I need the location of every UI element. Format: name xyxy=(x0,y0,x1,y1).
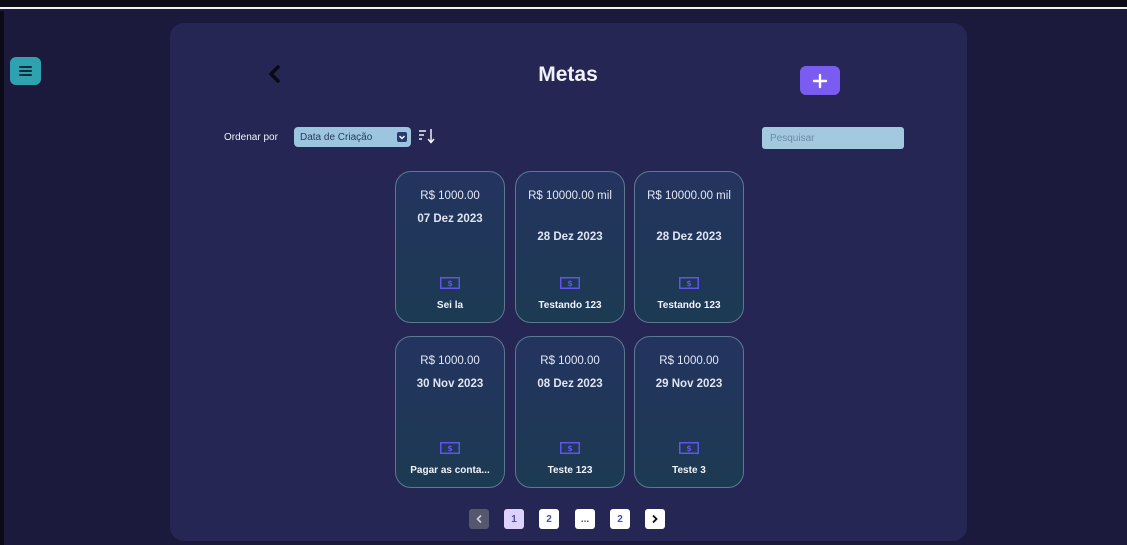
pagination-prev-button[interactable] xyxy=(469,509,489,529)
goal-name: Sei la xyxy=(436,300,464,311)
goal-date: 29 Nov 2023 xyxy=(655,378,723,390)
page-title: Metas xyxy=(538,63,598,86)
goal-card[interactable]: R$ 1000.00 30 Nov 2023 $ Pagar as conta.… xyxy=(395,336,505,488)
goal-card[interactable]: R$ 1000.00 08 Dez 2023 $ Teste 123 xyxy=(515,336,625,488)
sort-descending-icon[interactable] xyxy=(418,127,436,145)
goal-name: Testando 123 xyxy=(657,300,721,311)
add-goal-button[interactable] xyxy=(800,66,840,95)
plus-icon xyxy=(812,73,828,88)
search-input[interactable] xyxy=(762,127,904,149)
goal-name: Teste 123 xyxy=(547,465,593,476)
svg-text:$: $ xyxy=(447,444,453,453)
sort-select-value: Data de Criação xyxy=(300,131,373,143)
goal-value: R$ 1000.00 xyxy=(659,355,719,367)
goal-name: Testando 123 xyxy=(538,300,602,311)
svg-text:$: $ xyxy=(567,444,573,453)
svg-text:$: $ xyxy=(567,279,573,288)
sort-label: Ordenar por xyxy=(224,132,278,143)
goal-value: R$ 1000.00 xyxy=(420,355,480,367)
goal-card[interactable]: R$ 1000.00 29 Nov 2023 $ Teste 3 xyxy=(634,336,744,488)
goal-value: R$ 10000.00 mil xyxy=(647,190,731,202)
money-bill-icon: $ xyxy=(679,277,699,289)
pagination-next-button[interactable] xyxy=(645,509,665,529)
goal-card[interactable]: R$ 10000.00 mil 28 Dez 2023 $ Testando 1… xyxy=(634,171,744,323)
goal-date: 28 Dez 2023 xyxy=(537,231,603,243)
money-bill-icon: $ xyxy=(560,277,580,289)
money-bill-icon: $ xyxy=(440,442,460,454)
goal-date: 28 Dez 2023 xyxy=(656,231,722,243)
goal-card[interactable]: R$ 1000.00 07 Dez 2023 $ Sei la xyxy=(395,171,505,323)
money-bill-icon: $ xyxy=(679,442,699,454)
money-bill-icon: $ xyxy=(560,442,580,454)
chevron-right-icon xyxy=(652,514,658,524)
goal-date: 30 Nov 2023 xyxy=(416,378,484,390)
back-button[interactable] xyxy=(264,60,284,88)
money-bill-icon: $ xyxy=(440,277,460,289)
svg-text:$: $ xyxy=(686,279,692,288)
goal-value: R$ 1000.00 xyxy=(420,190,480,202)
chevron-down-icon xyxy=(397,132,407,142)
svg-text:$: $ xyxy=(447,279,453,288)
svg-text:$: $ xyxy=(686,444,692,453)
goal-date: 07 Dez 2023 xyxy=(417,213,483,225)
goal-name: Pagar as conta... xyxy=(410,465,490,476)
sort-select[interactable]: Data de Criação xyxy=(294,127,411,147)
pagination-page-button[interactable]: 2 xyxy=(610,509,630,529)
goal-value: R$ 1000.00 xyxy=(540,355,600,367)
goal-name: Teste 3 xyxy=(672,465,706,476)
window-top-bar xyxy=(0,0,1127,9)
pagination-ellipsis[interactable]: ... xyxy=(575,509,595,529)
goal-card[interactable]: R$ 10000.00 mil 28 Dez 2023 $ Testando 1… xyxy=(515,171,625,323)
chevron-left-icon xyxy=(269,65,280,83)
menu-button[interactable] xyxy=(10,57,41,85)
hamburger-menu-icon xyxy=(19,66,32,76)
chevron-left-icon xyxy=(476,514,482,524)
goal-date: 08 Dez 2023 xyxy=(537,378,603,390)
pagination-page-button[interactable]: 2 xyxy=(539,509,559,529)
pagination-page-button[interactable]: 1 xyxy=(504,509,524,529)
goal-value: R$ 10000.00 mil xyxy=(528,190,612,202)
window-left-edge xyxy=(0,11,4,545)
